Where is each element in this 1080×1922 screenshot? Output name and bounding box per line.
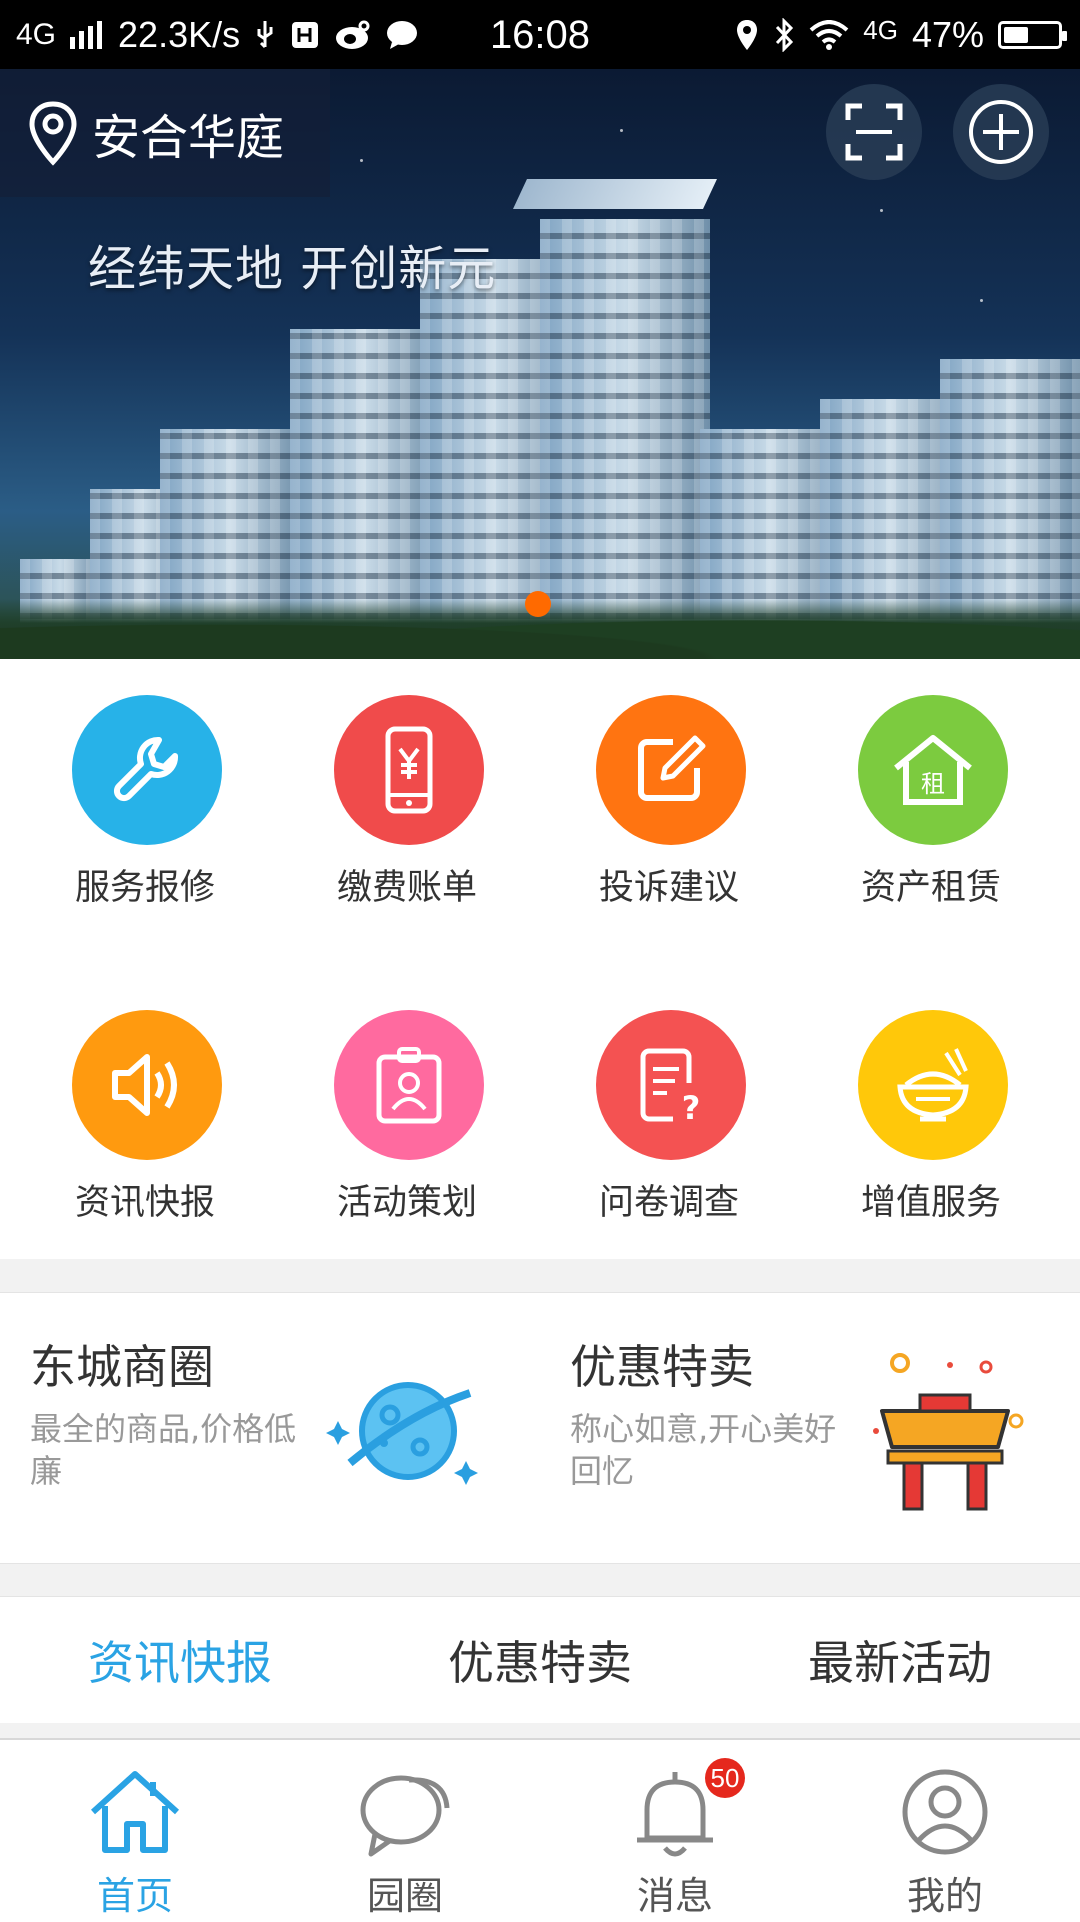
status-right: 4G 47% bbox=[735, 14, 1067, 56]
service-icon-circle bbox=[858, 1010, 1008, 1160]
service-icon-circle bbox=[72, 1010, 222, 1160]
planet-icon bbox=[326, 1382, 478, 1485]
torii-gate-icon bbox=[873, 1353, 1024, 1511]
location-pin-icon bbox=[29, 101, 77, 166]
badge-person-icon bbox=[376, 1047, 442, 1124]
status-bar: 4G 22.3K/s 16:08 4G 47% bbox=[0, 0, 1080, 69]
phone-yen-icon bbox=[385, 726, 433, 814]
service-icon-circle bbox=[334, 695, 484, 845]
plus-circle-icon bbox=[969, 100, 1033, 164]
service-label: 资讯快报 bbox=[74, 1183, 215, 1223]
promo-card-business-district[interactable]: 东城商圈 最全的商品,价格低廉 bbox=[0, 1293, 540, 1563]
service-icon-circle: ? bbox=[596, 1010, 746, 1160]
promo-subtitle: 最全的商品,价格低廉 bbox=[30, 1410, 297, 1490]
nav-community[interactable]: 园圈 bbox=[270, 1740, 540, 1922]
service-label: 投诉建议 bbox=[598, 868, 739, 908]
svg-text:租: 租 bbox=[921, 770, 945, 798]
tab-news[interactable]: 资讯快报 bbox=[0, 1597, 360, 1723]
home-icon bbox=[90, 1771, 180, 1853]
svg-text:?: ? bbox=[682, 1089, 701, 1127]
content-tabs: 资讯快报 优惠特卖 最新活动 bbox=[0, 1596, 1080, 1723]
service-label: 资产租赁 bbox=[860, 868, 1001, 908]
service-icon-circle: 租 bbox=[858, 695, 1008, 845]
house-rent-icon: 租 bbox=[894, 735, 972, 805]
promo-title: 优惠特卖 bbox=[570, 1340, 754, 1394]
nav-label: 园圈 bbox=[366, 1874, 443, 1918]
rice-bowl-icon bbox=[897, 1048, 969, 1122]
service-icon-circle bbox=[334, 1010, 484, 1160]
service-repair[interactable]: 服务报修 bbox=[0, 659, 270, 959]
unread-badge: 50 bbox=[705, 1758, 745, 1798]
promo-section: 东城商圈 最全的商品,价格低廉 优惠特卖 称心如意,开心美好回忆 bbox=[0, 1292, 1080, 1564]
nav-messages[interactable]: 50 消息 bbox=[540, 1740, 810, 1922]
service-label: 服务报修 bbox=[74, 868, 215, 908]
service-value-added[interactable]: 增值服务 bbox=[786, 974, 1056, 1274]
chat-bubbles-icon bbox=[360, 1775, 450, 1857]
service-complaint[interactable]: 投诉建议 bbox=[524, 659, 794, 959]
survey-icon: ? bbox=[640, 1048, 701, 1127]
service-label: 缴费账单 bbox=[336, 868, 477, 908]
service-rental[interactable]: 租 资产租赁 bbox=[786, 659, 1056, 959]
carousel-indicator[interactable] bbox=[525, 591, 551, 617]
promo-title: 东城商圈 bbox=[30, 1340, 214, 1394]
location-name: 安合华庭 bbox=[92, 110, 285, 166]
nav-label: 我的 bbox=[906, 1874, 983, 1918]
service-label: 增值服务 bbox=[860, 1183, 1001, 1223]
nav-label: 首页 bbox=[96, 1874, 173, 1918]
tab-special-sale[interactable]: 优惠特卖 bbox=[360, 1597, 720, 1723]
promo-subtitle: 称心如意,开心美好回忆 bbox=[570, 1410, 837, 1490]
building-illustration bbox=[540, 219, 710, 659]
banner-slogan: 经纬天地 开创新元 bbox=[88, 241, 497, 297]
user-icon bbox=[902, 1769, 988, 1855]
battery-percent: 47% bbox=[911, 14, 984, 55]
bottom-nav: 首页 园圈 50 消息 我的 bbox=[0, 1738, 1080, 1922]
speaker-icon bbox=[112, 1054, 177, 1116]
edit-icon bbox=[638, 735, 706, 801]
promo-card-special-sale[interactable]: 优惠特卖 称心如意,开心美好回忆 bbox=[540, 1293, 1080, 1563]
service-grid: 服务报修 缴费账单 投诉建议 租 资产租赁 资讯快报 活动策划 ? 问卷调查 增… bbox=[0, 659, 1080, 1259]
nav-home[interactable]: 首页 bbox=[0, 1740, 270, 1922]
service-label: 活动策划 bbox=[336, 1183, 477, 1223]
service-icon-circle bbox=[72, 695, 222, 845]
add-button[interactable] bbox=[953, 84, 1049, 180]
location-selector[interactable]: 安合华庭 bbox=[0, 69, 330, 197]
location-status-icon bbox=[737, 20, 758, 50]
service-icon-circle bbox=[596, 695, 746, 845]
wifi-icon bbox=[809, 20, 849, 50]
service-billing[interactable]: 缴费账单 bbox=[262, 659, 532, 959]
nav-label: 消息 bbox=[636, 1874, 713, 1918]
service-activity[interactable]: 活动策划 bbox=[262, 974, 532, 1274]
nav-profile[interactable]: 我的 bbox=[810, 1740, 1080, 1922]
tab-latest-activity[interactable]: 最新活动 bbox=[720, 1597, 1080, 1723]
wrench-icon bbox=[113, 736, 179, 802]
scan-icon bbox=[845, 103, 903, 161]
scan-button[interactable] bbox=[826, 84, 922, 180]
service-survey[interactable]: ? 问卷调查 bbox=[524, 974, 794, 1274]
battery-icon bbox=[998, 21, 1067, 49]
service-label: 问卷调查 bbox=[598, 1183, 739, 1223]
service-news[interactable]: 资讯快报 bbox=[0, 974, 270, 1274]
hero-banner[interactable]: 安合华庭 经纬天地 开创新元 bbox=[0, 69, 1080, 659]
network-type-2: 4G bbox=[863, 14, 898, 45]
bluetooth-icon bbox=[776, 18, 794, 52]
